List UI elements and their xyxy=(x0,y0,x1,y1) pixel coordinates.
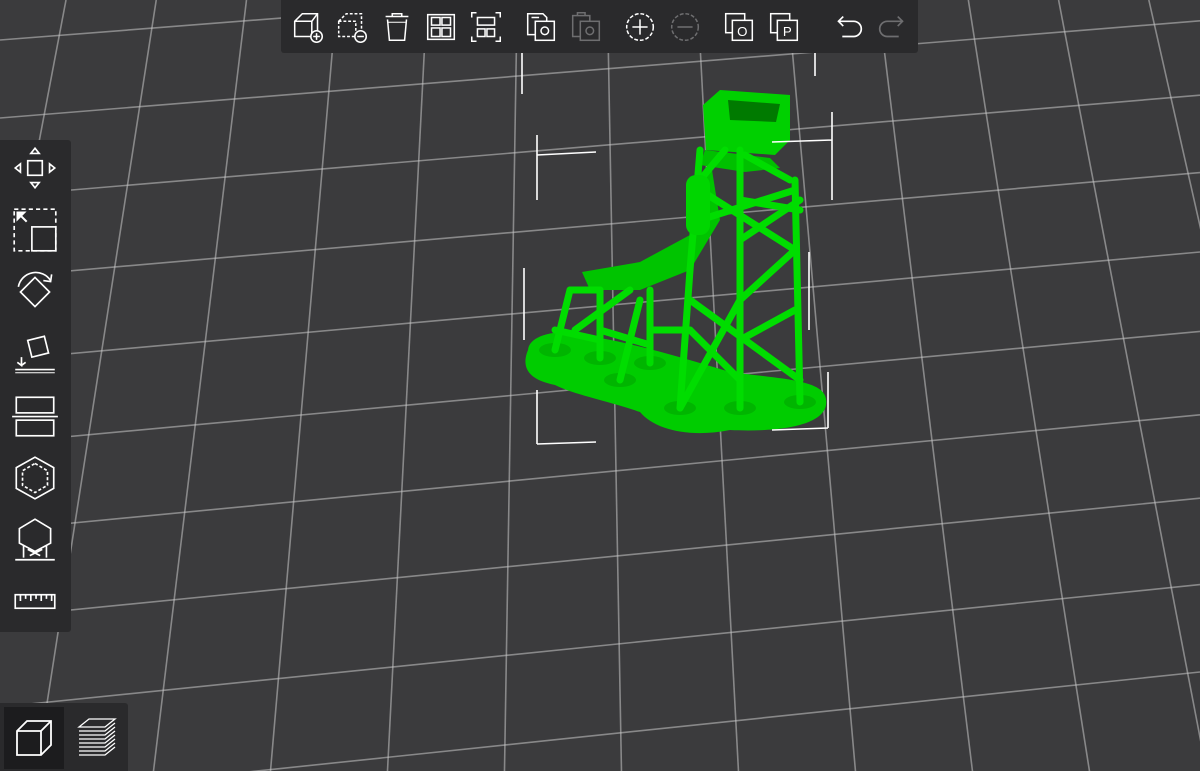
move-tool-button[interactable] xyxy=(7,140,63,196)
supports-tool-button[interactable] xyxy=(7,512,63,568)
hollow-icon xyxy=(15,456,55,500)
mirror-tool-button[interactable] xyxy=(7,388,63,444)
rotate-icon xyxy=(17,271,53,308)
delete-button[interactable] xyxy=(376,6,418,48)
plus-circle-icon xyxy=(625,12,655,42)
add-model-button[interactable] xyxy=(287,6,329,48)
redo-icon xyxy=(878,15,904,38)
perspective-button[interactable]: P xyxy=(763,6,805,48)
grid-line xyxy=(0,171,1200,278)
zoom-in-button[interactable] xyxy=(619,6,661,48)
auto-layout-button[interactable] xyxy=(465,6,507,48)
arrange-button[interactable] xyxy=(420,6,462,48)
move-icon xyxy=(13,146,57,190)
orthographic-button[interactable]: O xyxy=(718,6,760,48)
cube-icon xyxy=(16,720,52,756)
model-pillar xyxy=(686,175,710,235)
cube-minus-icon xyxy=(337,12,368,43)
bounding-box-corner xyxy=(536,135,597,200)
trash-icon xyxy=(385,12,409,42)
grid-line xyxy=(967,0,1091,771)
scale-tool-button[interactable] xyxy=(7,202,63,258)
mirror-icon xyxy=(12,396,58,437)
scale-icon xyxy=(13,208,57,252)
ruler-icon xyxy=(14,593,56,610)
layer-view-button[interactable] xyxy=(66,707,126,769)
grid-line xyxy=(386,0,428,771)
copy-button[interactable] xyxy=(520,6,562,48)
copy-icon xyxy=(526,12,556,42)
lay-flat-icon xyxy=(15,335,55,374)
remove-model-button[interactable] xyxy=(331,6,373,48)
model-top-box xyxy=(703,90,790,155)
grid-line xyxy=(269,0,338,771)
hollow-tool-button[interactable] xyxy=(7,450,63,506)
build-plate-scene[interactable] xyxy=(0,0,1200,771)
svg-text:O: O xyxy=(737,24,747,39)
minus-circle-icon xyxy=(670,12,700,42)
zoom-out-button[interactable] xyxy=(664,6,706,48)
view-switcher xyxy=(0,703,128,771)
grid-line xyxy=(0,94,1200,197)
perspective-icon: P xyxy=(769,12,799,42)
3d-viewport[interactable] xyxy=(0,0,1200,771)
model-view-button[interactable] xyxy=(4,707,64,769)
paste-button[interactable] xyxy=(565,6,607,48)
layout-icon xyxy=(426,13,456,41)
grid-line xyxy=(152,0,248,771)
svg-text:P: P xyxy=(783,24,792,39)
rotate-tool-button[interactable] xyxy=(7,264,63,320)
redo-button[interactable] xyxy=(872,6,914,48)
cube-plus-icon xyxy=(293,12,324,43)
top-toolbar: O P xyxy=(281,0,918,53)
paste-icon xyxy=(571,11,601,42)
measure-tool-button[interactable] xyxy=(7,574,63,630)
ortho-icon: O xyxy=(724,12,754,42)
bounding-box-corner xyxy=(536,390,597,445)
layers-icon xyxy=(77,718,117,756)
supports-icon xyxy=(15,518,55,561)
left-toolbar xyxy=(0,140,71,632)
undo-button[interactable] xyxy=(827,6,869,48)
grid-line xyxy=(1057,0,1200,742)
lay-flat-tool-button[interactable] xyxy=(7,326,63,382)
support-strut xyxy=(736,246,799,304)
support-raft xyxy=(525,332,827,434)
undo-icon xyxy=(837,15,863,38)
grid-line xyxy=(1148,0,1200,230)
grid-line xyxy=(0,583,1200,708)
grid-line xyxy=(0,414,1200,531)
grid-line xyxy=(249,671,1200,771)
auto-layout-icon xyxy=(470,11,502,43)
support-strut xyxy=(736,306,799,344)
